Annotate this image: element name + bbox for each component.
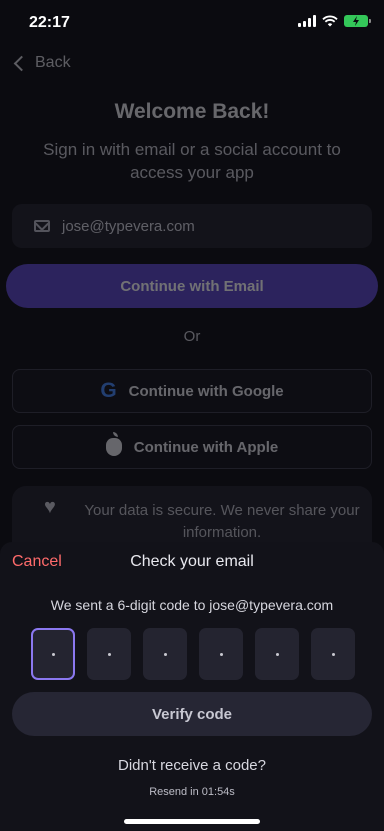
page-title: Welcome Back! [114,100,270,123]
code-digit-input[interactable] [311,628,355,680]
back-button[interactable]: Back [12,54,71,72]
code-digit-input[interactable] [143,628,187,680]
code-digit-input[interactable] [87,628,131,680]
google-icon: G [100,379,117,402]
code-message: We sent a 6-digit code to jose@typevera.… [50,597,334,613]
apple-icon [105,432,122,456]
code-digit-input[interactable] [255,628,299,680]
verify-code-button[interactable]: Verify code [12,692,372,736]
no-code-text: Didn't receive a code? [118,757,266,774]
empty-digit-dot [331,652,335,656]
resend-timer: Resend in 01:54s [149,786,235,798]
home-indicator [124,819,260,824]
security-text: Your data is secure. We never share your… [84,502,360,541]
code-digit-input[interactable] [199,628,243,680]
sheet-title: Check your email [130,553,254,570]
continue-with-apple-button[interactable]: Continue with Apple [12,425,372,469]
back-label: Back [35,54,71,71]
or-divider: Or [183,328,201,345]
continue-with-google-button[interactable]: G Continue with Google [12,369,372,413]
page-subtitle: Sign in with email or a social account t… [43,140,341,182]
empty-digit-dot [107,652,111,656]
continue-with-email-button[interactable]: Continue with Email [6,264,378,308]
email-field[interactable]: jose@typevera.com [12,204,372,248]
chevron-left-icon [13,55,30,71]
email-value: jose@typevera.com [62,217,195,235]
apple-label: Continue with Apple [133,438,279,456]
code-digit-input[interactable] [31,628,75,680]
google-label: Continue with Google [128,382,284,400]
empty-digit-dot [219,652,223,656]
empty-digit-dot [51,652,55,656]
empty-digit-dot [163,652,167,656]
verify-code-sheet: Cancel Check your email We sent a 6-digi… [0,542,384,831]
code-input-group [31,628,355,680]
heart-icon: ♥ [44,496,56,518]
mail-icon [34,220,50,232]
app-screen: 22:17 Back Welcome Back! Sign in with em… [0,0,384,831]
empty-digit-dot [275,652,279,656]
